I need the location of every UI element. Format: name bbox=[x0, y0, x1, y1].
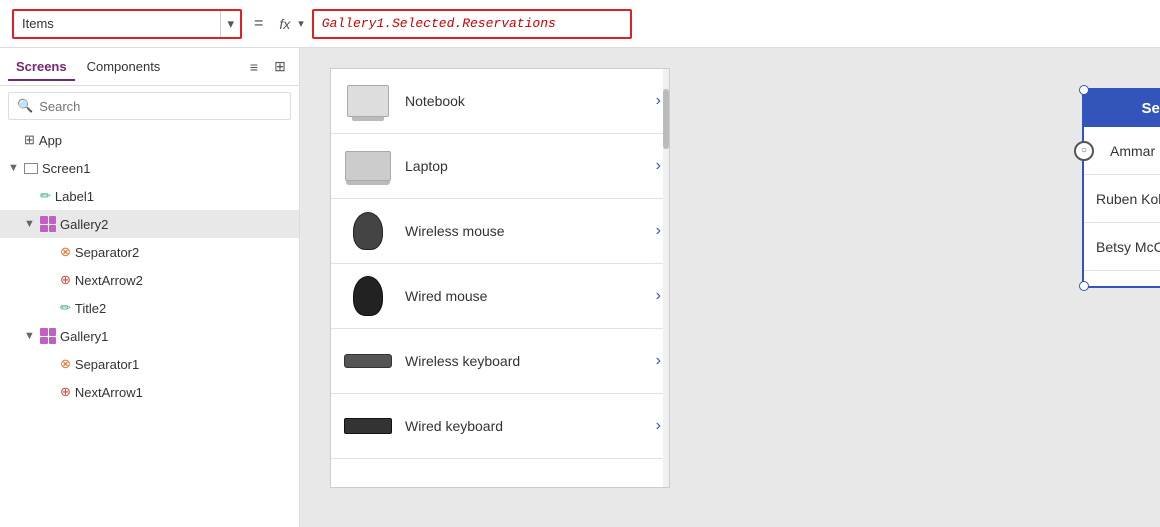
separator2-icon: ⊗ bbox=[60, 244, 71, 260]
nextarrow2-icon: ⊕ bbox=[60, 272, 71, 288]
tree: ⊞ App ▼ Screen1 ✏ Label1 ▼ Gallery bbox=[0, 126, 299, 527]
tree-item-gallery1[interactable]: ▼ Gallery1 bbox=[0, 322, 299, 350]
wireless-mouse-image bbox=[343, 211, 393, 251]
product-row-wired-mouse[interactable]: Wired mouse › bbox=[331, 264, 669, 329]
wired-keyboard-arrow: › bbox=[656, 417, 661, 435]
tree-item-nextarrow1[interactable]: ⊕ NextArrow1 bbox=[0, 378, 299, 406]
wired-keyboard-image bbox=[343, 406, 393, 446]
wired-mouse-image bbox=[343, 276, 393, 316]
notebook-label: Notebook bbox=[405, 93, 644, 109]
main-layout: Screens Components ≡ ⊞ 🔍 ⊞ App ▼ bbox=[0, 48, 1160, 527]
gallery2-icon bbox=[40, 216, 56, 232]
list-view-icon[interactable]: ≡ bbox=[243, 56, 265, 78]
search-icon: 🔍 bbox=[17, 98, 33, 114]
laptop-arrow: › bbox=[656, 157, 661, 175]
product-row-wireless-mouse[interactable]: Wireless mouse › bbox=[331, 199, 669, 264]
app-icon: ⊞ bbox=[24, 132, 35, 148]
gallery1-icon bbox=[40, 328, 56, 344]
fx-box: fx ▾ bbox=[275, 9, 303, 39]
left-panel: Screens Components ≡ ⊞ 🔍 ⊞ App ▼ bbox=[0, 48, 300, 527]
tree-item-separator1[interactable]: ⊗ Separator1 bbox=[0, 350, 299, 378]
wired-mouse-label: Wired mouse bbox=[405, 288, 644, 304]
tree-item-gallery2[interactable]: ▼ Gallery2 bbox=[0, 210, 299, 238]
tab-screens[interactable]: Screens bbox=[8, 53, 75, 80]
product-row-notebook[interactable]: Notebook › bbox=[331, 69, 669, 134]
laptop-label: Laptop bbox=[405, 158, 644, 174]
handle-bot-left[interactable] bbox=[1079, 281, 1089, 291]
tree-item-separator2[interactable]: ⊗ Separator2 bbox=[0, 238, 299, 266]
edit-circle-icon: ○ bbox=[1074, 141, 1094, 161]
nextarrow1-icon: ⊕ bbox=[60, 384, 71, 400]
panel-tab-icons: ≡ ⊞ bbox=[243, 56, 291, 78]
tree-item-app[interactable]: ⊞ App bbox=[0, 126, 299, 154]
scrollbar-thumb bbox=[663, 89, 669, 149]
reservation-row-ruben[interactable]: Ruben Kokshoorn › bbox=[1084, 175, 1160, 223]
product-row-wired-keyboard[interactable]: Wired keyboard › bbox=[331, 394, 669, 459]
wireless-mouse-label: Wireless mouse bbox=[405, 223, 644, 239]
tree-item-title2[interactable]: ✏ Title2 bbox=[0, 294, 299, 322]
screen-icon bbox=[24, 163, 38, 174]
label-icon: ✏ bbox=[40, 188, 51, 204]
tree-item-label1[interactable]: ✏ Label1 bbox=[0, 182, 299, 210]
items-property-box[interactable]: Items ▾ bbox=[12, 9, 242, 39]
wireless-keyboard-image bbox=[343, 341, 393, 381]
formula-box[interactable]: Gallery1.Selected.Reservations bbox=[312, 9, 632, 39]
notebook-image bbox=[343, 81, 393, 121]
reservations-header: Selected Product Reservations bbox=[1084, 90, 1160, 127]
laptop-image bbox=[343, 146, 393, 186]
handle-top-left[interactable] bbox=[1079, 85, 1089, 95]
product-row-laptop[interactable]: Laptop › bbox=[331, 134, 669, 199]
search-box[interactable]: 🔍 bbox=[8, 92, 291, 120]
wired-keyboard-label: Wired keyboard bbox=[405, 418, 644, 434]
equals-sign: = bbox=[250, 15, 267, 33]
search-input[interactable] bbox=[39, 99, 282, 114]
grid-view-icon[interactable]: ⊞ bbox=[269, 56, 291, 78]
ammar-name: Ammar Peterson bbox=[1096, 143, 1160, 159]
ruben-name: Ruben Kokshoorn bbox=[1096, 191, 1160, 207]
reservation-row-ammar[interactable]: ○ Ammar Peterson › bbox=[1084, 127, 1160, 175]
canvas: Notebook › Laptop › Wireless mouse › bbox=[300, 48, 1160, 527]
wireless-mouse-arrow: › bbox=[656, 222, 661, 240]
toolbar: Items ▾ = fx ▾ Gallery1.Selected.Reserva… bbox=[0, 0, 1160, 48]
products-gallery[interactable]: Notebook › Laptop › Wireless mouse › bbox=[330, 68, 670, 488]
title2-icon: ✏ bbox=[60, 300, 71, 316]
separator1-icon: ⊗ bbox=[60, 356, 71, 372]
reservations-panel[interactable]: Selected Product Reservations ○ Ammar Pe… bbox=[1082, 88, 1160, 288]
product-row-wireless-keyboard[interactable]: Wireless keyboard › bbox=[331, 329, 669, 394]
panel-tabs: Screens Components ≡ ⊞ bbox=[0, 48, 299, 86]
products-scrollbar[interactable] bbox=[663, 69, 669, 487]
tree-item-screen1[interactable]: ▼ Screen1 bbox=[0, 154, 299, 182]
betsy-name: Betsy McCarthy bbox=[1096, 239, 1160, 255]
notebook-arrow: › bbox=[656, 92, 661, 110]
items-property-label: Items bbox=[14, 16, 220, 31]
items-dropdown-btn[interactable]: ▾ bbox=[220, 11, 240, 37]
formula-text: Gallery1.Selected.Reservations bbox=[322, 16, 556, 31]
fx-chevron[interactable]: ▾ bbox=[298, 17, 304, 30]
tree-item-nextarrow2[interactable]: ⊕ NextArrow2 bbox=[0, 266, 299, 294]
fx-icon: fx bbox=[275, 16, 294, 32]
reservation-row-betsy[interactable]: Betsy McCarthy › bbox=[1084, 223, 1160, 271]
wireless-keyboard-arrow: › bbox=[656, 352, 661, 370]
wired-mouse-arrow: › bbox=[656, 287, 661, 305]
tab-components[interactable]: Components bbox=[79, 53, 169, 80]
wireless-keyboard-label: Wireless keyboard bbox=[405, 353, 644, 369]
